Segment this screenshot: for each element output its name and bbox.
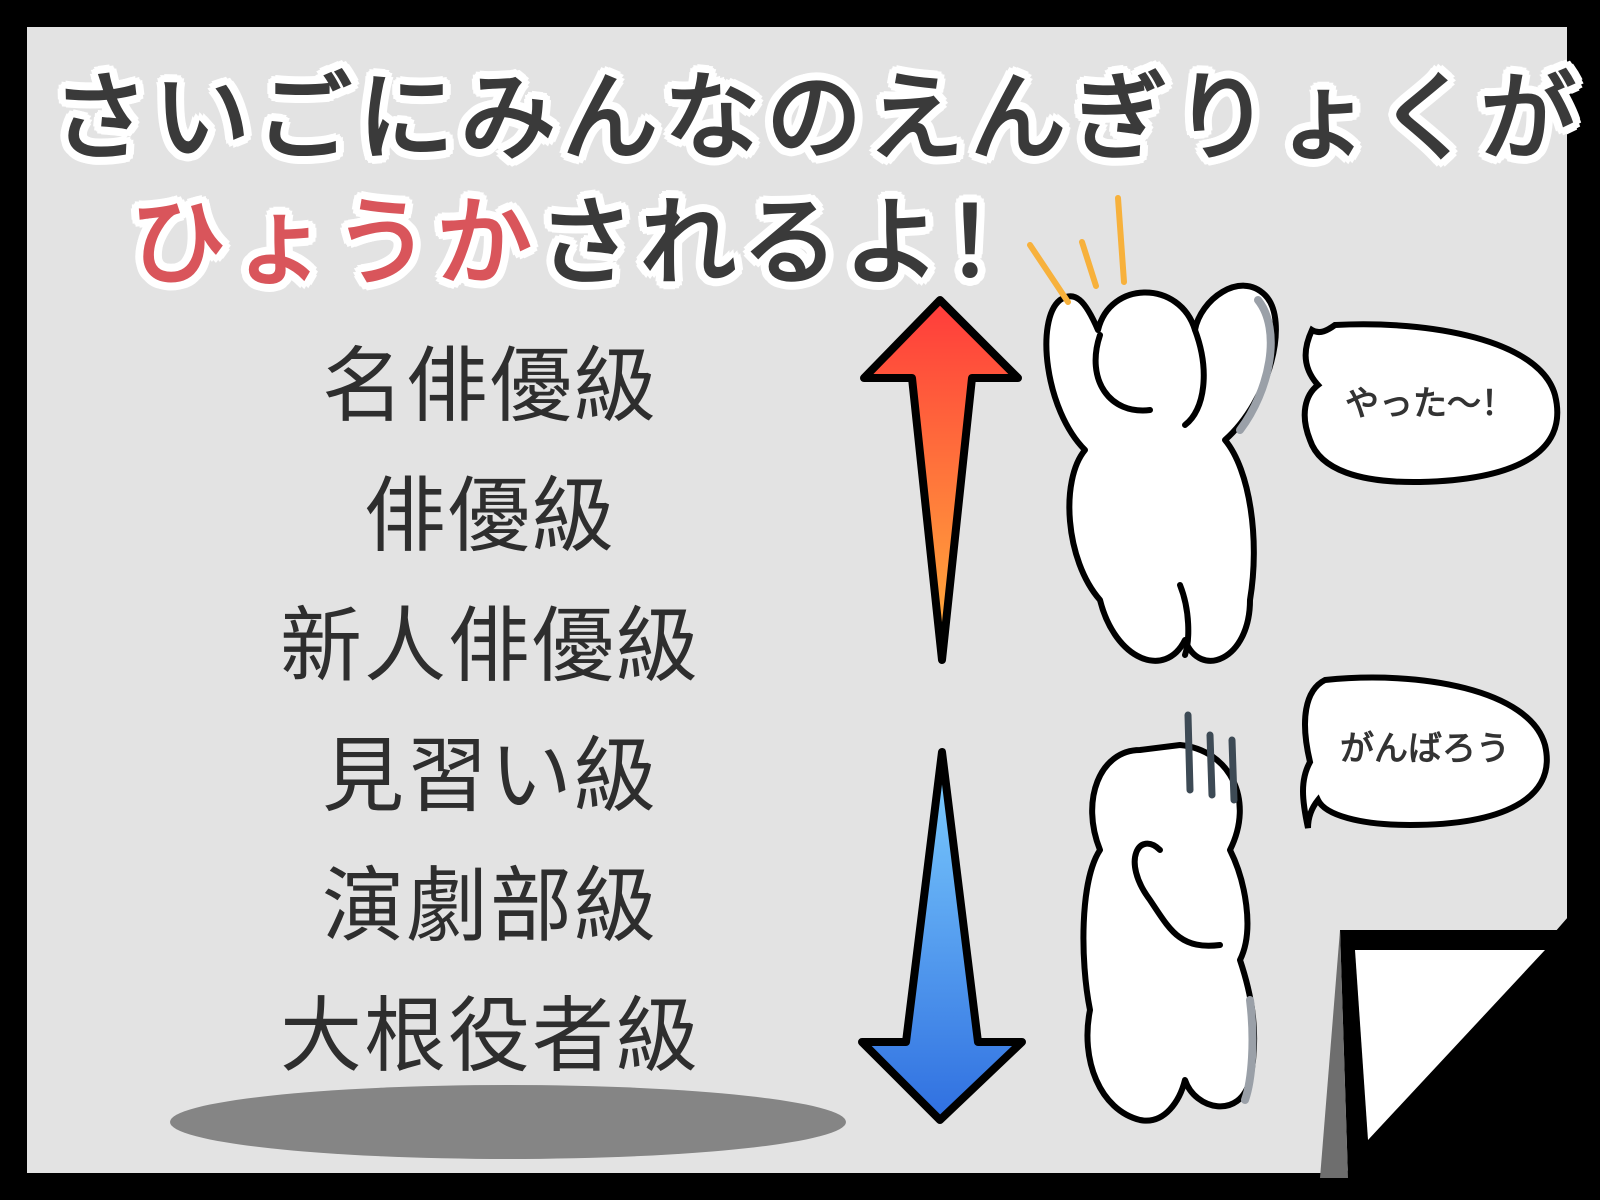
comic-panel: やった〜！ がんばろう さいごにみんなのえんぎりょくが ひょうかされるよ！ 名俳… <box>0 0 1600 1200</box>
page-curl-icon <box>1320 930 1572 1178</box>
bubble-sad-text: がんばろう <box>1340 729 1510 769</box>
rank-item: 名俳優級 <box>321 339 658 434</box>
rank-list: 名俳優級 俳優級 新人俳優級 見習い級 演劇部級 大根役者級 <box>250 322 730 1102</box>
bubble-happy-text: やった〜！ <box>1345 384 1515 424</box>
rank-item: 俳優級 <box>363 469 616 564</box>
rank-item: 見習い級 <box>321 729 658 824</box>
rank-item: 新人俳優級 <box>279 599 700 694</box>
title-line-2: ひょうかされるよ！ <box>130 165 1048 304</box>
title-line-1: さいごにみんなのえんぎりょくが <box>52 62 1582 174</box>
rank-item: 大根役者級 <box>279 989 700 1084</box>
title-rest: されるよ！ <box>538 187 1048 299</box>
sad-character-icon <box>1080 742 1258 1124</box>
title-accent: ひょうか <box>130 187 538 299</box>
rank-item: 演劇部級 <box>321 859 658 954</box>
